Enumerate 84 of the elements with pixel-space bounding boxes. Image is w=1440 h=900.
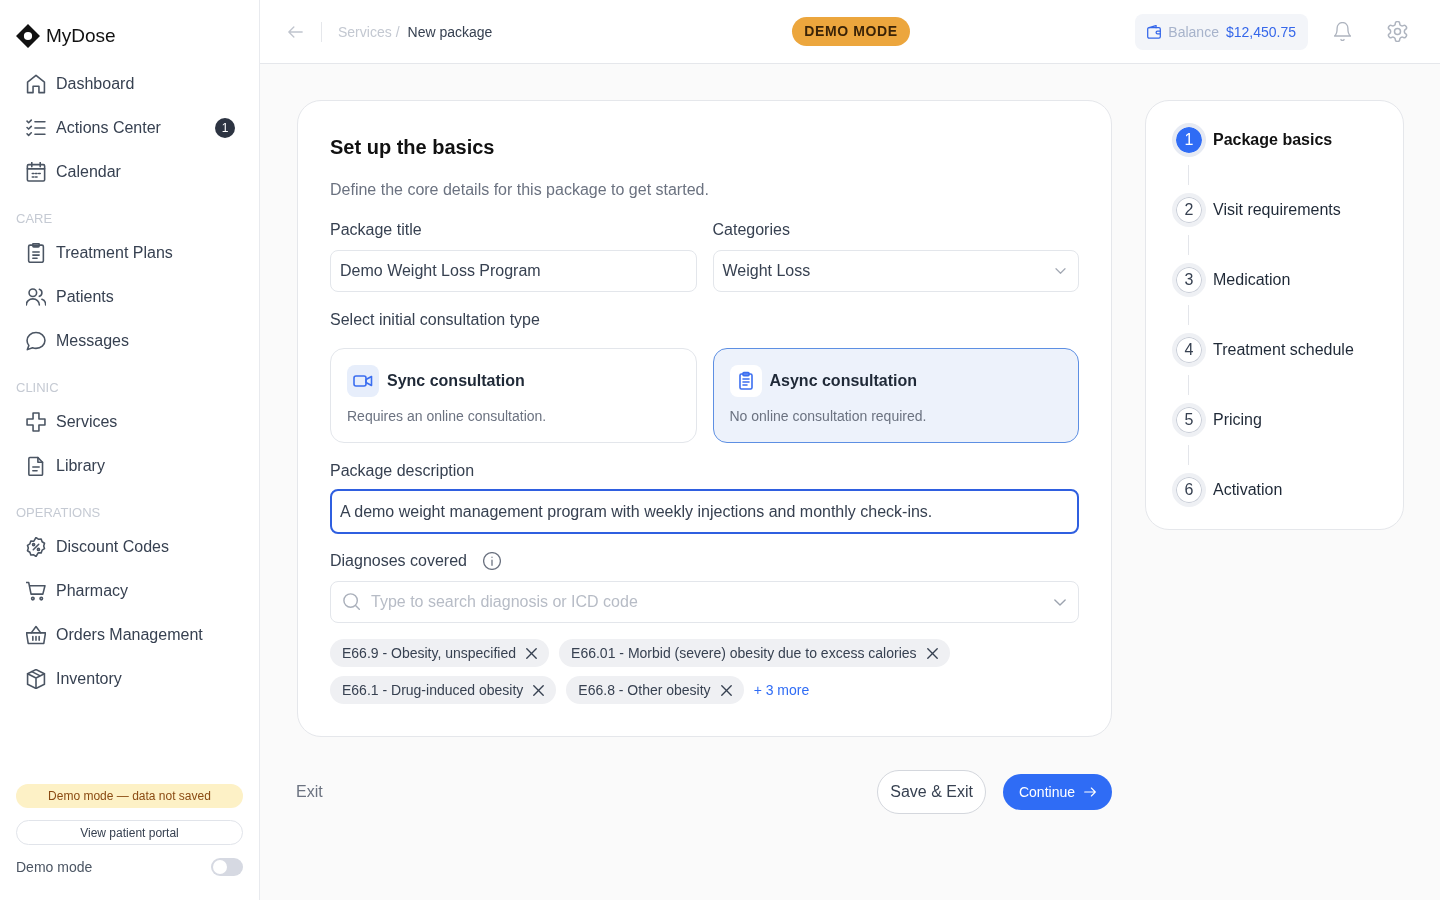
save-exit-button[interactable]: Save & Exit [877, 770, 986, 814]
section-heading: CLINIC [16, 380, 60, 396]
nav-item[interactable]: Treatment Plans [16, 231, 243, 275]
chip-label: E66.01 - Morbid (severe) obesity due to excess calories [571, 645, 917, 661]
step-number: 6 [1172, 473, 1206, 507]
logo-icon [16, 24, 40, 48]
plus-outline-icon [26, 412, 46, 432]
search-icon [343, 593, 360, 610]
balance-label: Balance [1168, 23, 1219, 40]
nav-item[interactable]: Calendar [16, 150, 243, 194]
step-label: Package basics [1213, 131, 1333, 149]
title-input[interactable]: Demo Weight Loss Program [330, 250, 697, 292]
balance-amount: $12,450.75 [1225, 23, 1296, 40]
patient-portal-button[interactable]: View patient portal [16, 820, 243, 845]
info-icon[interactable] [482, 552, 501, 570]
nav-item[interactable]: Inventory [16, 657, 243, 701]
step-number: 3 [1172, 263, 1206, 297]
continue-button[interactable]: Continue [1002, 774, 1112, 810]
home-icon [26, 74, 46, 94]
toggle-label: Demo mode [16, 859, 93, 875]
count-badge: 1 [215, 118, 235, 138]
nav-item[interactable]: Orders Management [16, 613, 243, 657]
section-heading: OPERATIONS [16, 505, 102, 521]
chat-bubble-icon [26, 331, 46, 351]
field-label: Diagnoses covered [330, 551, 467, 571]
step-label: Activation [1213, 481, 1283, 499]
toggle-switch[interactable] [211, 858, 243, 876]
consultation-option[interactable]: Sync consultation Requires an online consultation. [330, 348, 697, 443]
nav-item[interactable]: Pharmacy [16, 569, 243, 613]
nav-item[interactable]: Dashboard [16, 62, 243, 106]
percent-badge-icon [26, 537, 46, 557]
step-number: 4 [1172, 333, 1206, 367]
box-icon [26, 669, 46, 689]
consultation-option[interactable]: Async consultation No online consultation required. [712, 348, 1079, 443]
step-label: Pricing [1213, 411, 1262, 429]
step-label: Medication [1213, 271, 1291, 289]
step-label: Treatment schedule [1213, 341, 1354, 359]
wallet-icon [1147, 24, 1162, 39]
step-number: 1 [1172, 123, 1206, 157]
field-label: Package description [330, 461, 476, 481]
close-icon[interactable] [533, 684, 545, 696]
users-icon [26, 287, 46, 307]
form-subtitle: Define the core details for this package to get started. [330, 180, 710, 200]
field-label: Select initial consultation type [330, 310, 541, 330]
close-icon[interactable] [526, 647, 538, 659]
exit-button[interactable]: Exit [296, 783, 323, 801]
clipboard-icon [729, 365, 762, 397]
chip-label: E66.1 - Drug-induced obesity [342, 682, 524, 698]
breadcrumb-current: New package [407, 23, 493, 40]
nav-item[interactable]: Patients [16, 275, 243, 319]
demo-notice: Demo mode — data not saved [16, 784, 243, 808]
nav-item[interactable]: Discount Codes [16, 525, 243, 569]
field-label: Package title [330, 220, 423, 240]
step-number: 5 [1172, 403, 1206, 437]
document-icon [26, 456, 46, 476]
diagnosis-search-field[interactable]: Type to search diagnosis or ICD code [330, 581, 1079, 623]
demo-mode-badge: DEMO MODE [792, 17, 910, 46]
cart-icon [26, 581, 46, 601]
chevron-down-icon [1055, 268, 1066, 274]
chip-label: E66.9 - Obesity, unspecified [342, 645, 517, 661]
chevron-down-icon[interactable] [1054, 599, 1066, 606]
step-label: Visit requirements [1213, 201, 1341, 219]
video-camera-icon [347, 365, 379, 397]
nav-item[interactable]: Messages [16, 319, 243, 363]
form-title: Set up the basics [330, 135, 496, 160]
category-select[interactable]: Weight Loss [712, 250, 1079, 292]
field-label: Categories [712, 220, 791, 240]
checklist-icon [26, 118, 46, 138]
basket-icon [26, 625, 46, 645]
nav-item[interactable]: Library [16, 444, 243, 488]
calendar-icon [26, 162, 46, 182]
logo-text: MyDose [46, 24, 116, 48]
description-input[interactable]: A demo weight management program with weekly injections and monthly check-ins. [330, 489, 1079, 534]
more-link[interactable]: + 3 more [753, 676, 810, 704]
arrow-right-icon [1084, 787, 1096, 797]
section-heading: CARE [16, 211, 54, 227]
breadcrumb-separator: / [395, 23, 400, 40]
step-number: 2 [1172, 193, 1206, 227]
close-icon[interactable] [926, 647, 938, 659]
chip-label: E66.8 - Other obesity [578, 682, 711, 698]
close-icon[interactable] [720, 684, 732, 696]
nav-item[interactable]: Actions Center 1 [16, 106, 243, 150]
nav-item[interactable]: Services [16, 400, 243, 444]
clipboard-icon [26, 243, 46, 263]
